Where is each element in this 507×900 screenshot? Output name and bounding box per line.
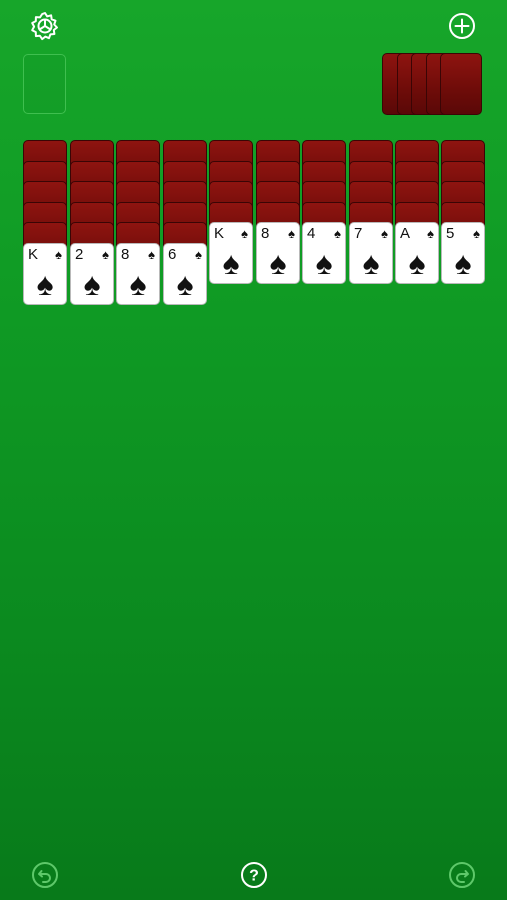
card-rank: A xyxy=(400,225,411,242)
spade-suit-icon: ♠ xyxy=(288,226,295,241)
card-rank: 6 xyxy=(168,245,177,263)
face-up-card[interactable]: 4 ♠ ♠ xyxy=(302,222,346,284)
face-up-card[interactable]: K ♠ ♠ xyxy=(209,222,253,284)
card-rank: 8 xyxy=(261,225,270,242)
spade-suit-icon: ♠ xyxy=(427,226,434,241)
stock-card-back xyxy=(440,53,482,115)
spade-suit-icon: ♠ xyxy=(195,246,202,262)
undo-icon[interactable] xyxy=(31,861,59,889)
spade-suit-large-icon: ♠ xyxy=(315,245,333,281)
face-up-card[interactable]: 2 ♠ ♠ xyxy=(70,242,114,305)
card-rank: 7 xyxy=(354,225,363,242)
help-icon[interactable]: ? xyxy=(240,861,268,889)
face-up-card[interactable]: K ♠ ♠ xyxy=(23,242,67,305)
stock-deal-pile[interactable] xyxy=(382,53,485,115)
face-up-card[interactable]: 6 ♠ ♠ xyxy=(163,242,207,305)
card-rank: K xyxy=(214,225,225,242)
face-up-card[interactable]: 8 ♠ ♠ xyxy=(116,242,160,305)
spade-suit-icon: ♠ xyxy=(241,226,248,241)
face-up-card[interactable]: 7 ♠ ♠ xyxy=(349,222,393,284)
card-rank: 4 xyxy=(307,225,316,242)
card-rank: 2 xyxy=(75,245,84,263)
card-rank: K xyxy=(28,245,39,263)
completed-pile-placeholder xyxy=(23,54,66,114)
spade-suit-large-icon: ♠ xyxy=(36,265,54,302)
spade-suit-large-icon: ♠ xyxy=(362,245,380,281)
spade-suit-icon: ♠ xyxy=(148,246,155,262)
spade-suit-icon: ♠ xyxy=(102,246,109,262)
spade-suit-icon: ♠ xyxy=(334,226,341,241)
spade-suit-large-icon: ♠ xyxy=(83,265,101,302)
spade-suit-large-icon: ♠ xyxy=(176,265,194,302)
card-rank: 5 xyxy=(446,225,455,242)
card-rank: 8 xyxy=(121,245,130,263)
new-game-plus-icon[interactable] xyxy=(448,12,476,40)
face-up-card[interactable]: A ♠ ♠ xyxy=(395,222,439,284)
redo-icon[interactable] xyxy=(448,861,476,889)
settings-gear-icon[interactable] xyxy=(29,10,61,42)
help-label: ? xyxy=(249,868,259,885)
spade-suit-large-icon: ♠ xyxy=(408,245,426,281)
spade-suit-large-icon: ♠ xyxy=(129,265,147,302)
spade-suit-large-icon: ♠ xyxy=(222,245,240,281)
spade-suit-icon: ♠ xyxy=(55,246,62,262)
face-up-card[interactable]: 5 ♠ ♠ xyxy=(441,222,485,284)
spade-suit-icon: ♠ xyxy=(473,226,480,241)
spade-suit-large-icon: ♠ xyxy=(454,245,472,281)
face-up-card[interactable]: 8 ♠ ♠ xyxy=(256,222,300,284)
spade-suit-large-icon: ♠ xyxy=(269,245,287,281)
spade-suit-icon: ♠ xyxy=(381,226,388,241)
